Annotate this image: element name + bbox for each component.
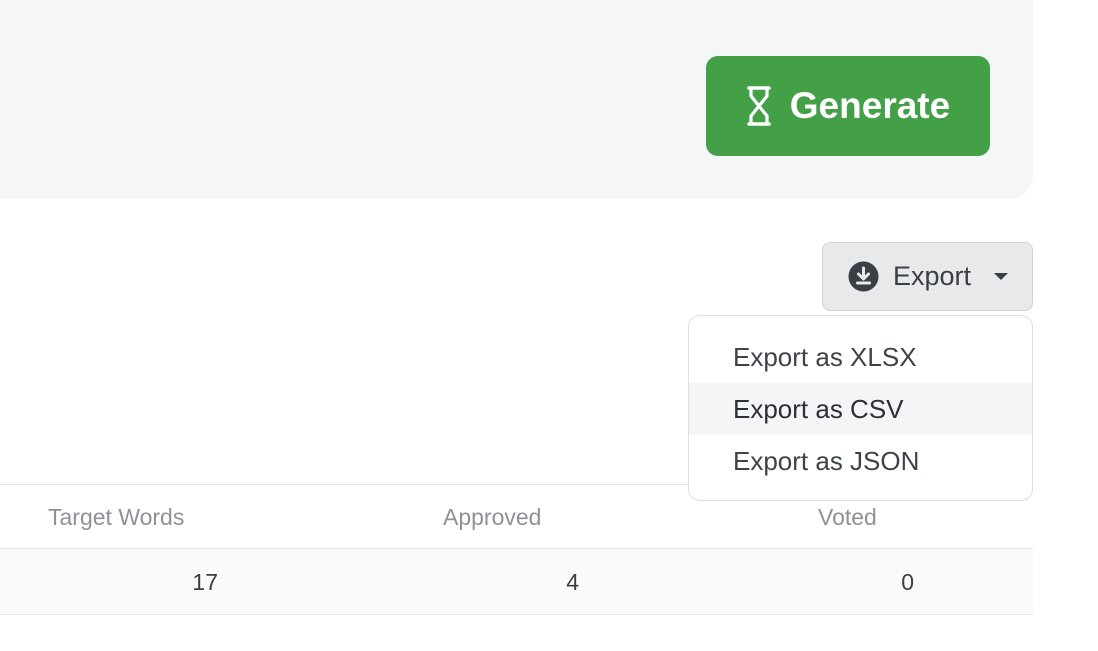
- menu-item-export-xlsx[interactable]: Export as XLSX: [689, 331, 1032, 383]
- column-header-approved[interactable]: Approved: [443, 485, 541, 550]
- cell-approved: 4: [566, 569, 579, 595]
- hourglass-icon: [746, 86, 772, 126]
- column-header-target-words[interactable]: Target Words: [48, 485, 184, 550]
- cell-target-words: 17: [192, 569, 218, 595]
- generate-button[interactable]: Generate: [706, 56, 990, 156]
- download-circle-icon: [848, 261, 879, 292]
- caret-down-icon: [994, 273, 1009, 280]
- generate-label: Generate: [789, 85, 951, 126]
- cell-voted: 0: [901, 569, 914, 595]
- export-button[interactable]: Export: [822, 242, 1033, 311]
- table-row[interactable]: 17 4 0: [0, 549, 1033, 615]
- menu-item-export-json[interactable]: Export as JSON: [689, 435, 1032, 487]
- export-dropdown-menu: Export as XLSX Export as CSV Export as J…: [688, 315, 1033, 501]
- menu-item-export-csv[interactable]: Export as CSV: [689, 383, 1032, 435]
- export-label: Export: [893, 261, 972, 291]
- page: Generate Export Export as XLSX Export as…: [0, 0, 1098, 651]
